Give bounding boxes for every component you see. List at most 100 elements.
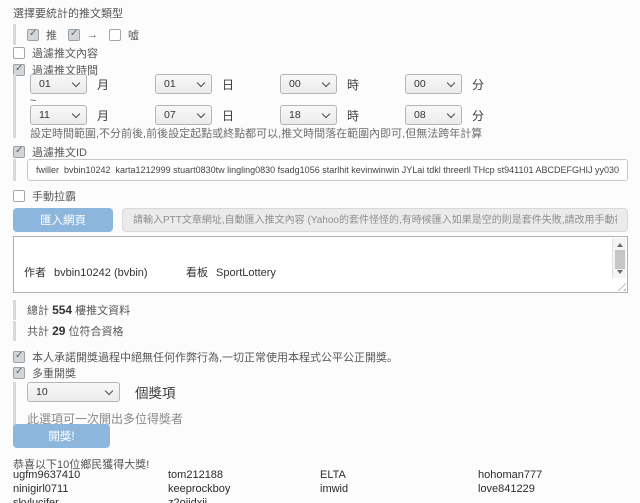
- winner-name: skylucifer: [13, 497, 168, 503]
- post-header-line: 作者bvbin10242 (bvbin) 看板SportLottery: [24, 267, 611, 280]
- boo-type-option: 噓: [109, 28, 139, 42]
- prize-count-value: 10: [36, 386, 48, 398]
- winner-name: ugfm9637410: [13, 469, 168, 481]
- winners-grid: ugfm9637410 tom212188 ELTA hohoman777 ni…: [13, 469, 628, 503]
- to-minute-select[interactable]: 08: [405, 105, 462, 125]
- from-hour-select[interactable]: 00: [280, 74, 337, 94]
- import-page-button[interactable]: 匯入網頁: [13, 208, 113, 232]
- time-from-row: 01 月 01 日 00 時 00: [30, 74, 530, 94]
- total-count: 554: [52, 303, 72, 317]
- to-month-select[interactable]: 11: [30, 105, 87, 125]
- id-list-input[interactable]: [27, 159, 628, 181]
- from-month-select[interactable]: 01: [30, 74, 87, 94]
- winner-name: ELTA: [320, 469, 478, 481]
- total-prefix: 總計: [27, 305, 49, 317]
- from-month-value: 01: [39, 78, 51, 90]
- pledge-checkbox[interactable]: [13, 351, 25, 363]
- to-minute-value: 08: [414, 109, 426, 121]
- arrow-type-option: →: [68, 28, 98, 42]
- lottery-tool-page: 選擇要統計的推文類型 推 → 噓 過濾推文內容 過濾推文時間 01: [0, 0, 640, 503]
- filter-id-row: 過濾推文ID: [13, 145, 87, 159]
- hour-unit-label: 時: [347, 107, 359, 124]
- winner-name: ninigirl0711: [13, 483, 168, 495]
- winner-name: hohoman777: [478, 469, 628, 481]
- resize-grip-icon[interactable]: [614, 279, 626, 291]
- ptt-url-input[interactable]: [122, 208, 628, 232]
- push-type-row: 推 → 噓: [13, 24, 139, 45]
- scroll-down-icon[interactable]: [613, 266, 627, 277]
- prize-count-row: 10 個獎項: [27, 382, 413, 402]
- import-row: 匯入網頁: [13, 208, 628, 232]
- post-content: 作者bvbin10242 (bvbin) 看板SportLottery 標題Re…: [14, 237, 611, 292]
- from-minute-select[interactable]: 00: [405, 74, 462, 94]
- day-unit-label: 日: [222, 107, 234, 124]
- arrow-checkbox[interactable]: [68, 29, 80, 41]
- from-hour-value: 00: [289, 78, 301, 90]
- qualified-count: 29: [52, 324, 65, 338]
- post-author: 作者bvbin10242 (bvbin): [24, 267, 186, 280]
- multi-draw-checkbox[interactable]: [13, 367, 25, 379]
- post-board: 看板SportLottery: [186, 267, 276, 280]
- total-suffix: 樓推文資料: [75, 305, 130, 317]
- month-unit-label: 月: [97, 76, 109, 93]
- scroll-up-icon[interactable]: [613, 239, 627, 250]
- prize-count-select[interactable]: 10: [27, 382, 120, 402]
- chevron-down-icon: [72, 109, 80, 117]
- winner-name: imwid: [320, 483, 478, 495]
- hour-unit-label: 時: [347, 76, 359, 93]
- textarea-scrollbar[interactable]: [612, 238, 626, 278]
- time-range-block: 01 月 01 日 00 時 00: [13, 74, 588, 138]
- chevron-down-icon: [447, 78, 455, 86]
- boo-checkbox[interactable]: [109, 29, 121, 41]
- manual-slot-label: 手動拉霸: [32, 188, 76, 204]
- boo-label: 噓: [128, 27, 139, 43]
- chevron-down-icon: [105, 386, 113, 394]
- chevron-down-icon: [197, 78, 205, 86]
- to-hour-group: 18 時: [280, 105, 405, 125]
- winner-name: tom212188: [168, 469, 320, 481]
- to-month-group: 11 月: [30, 105, 155, 125]
- to-day-select[interactable]: 07: [155, 105, 212, 125]
- chevron-down-icon: [72, 78, 80, 86]
- chevron-down-icon: [447, 109, 455, 117]
- manual-slot-row: 手動拉霸: [13, 189, 76, 203]
- to-hour-select[interactable]: 18: [280, 105, 337, 125]
- multi-draw-block: 10 個獎項 此選項可一次開出多位得獎者: [13, 382, 413, 427]
- push-checkbox[interactable]: [27, 29, 39, 41]
- from-day-group: 01 日: [155, 74, 280, 94]
- filter-content-row: 過濾推文內容: [13, 46, 98, 60]
- chevron-down-icon: [197, 109, 205, 117]
- from-day-value: 01: [164, 78, 176, 90]
- pledge-label: 本人承諾開獎過程中絕無任何作弊行為,一切正常使用本程式公平公正開獎。: [32, 349, 398, 365]
- to-day-group: 07 日: [155, 105, 280, 125]
- from-minute-value: 00: [414, 78, 426, 90]
- from-day-select[interactable]: 01: [155, 74, 212, 94]
- day-unit-label: 日: [222, 76, 234, 93]
- arrow-label: →: [87, 29, 98, 41]
- page-title: 選擇要統計的推文類型: [13, 5, 123, 21]
- push-type-option: 推: [27, 28, 57, 42]
- filter-id-checkbox[interactable]: [13, 146, 25, 158]
- to-minute-group: 08 分: [405, 105, 530, 125]
- filter-content-checkbox[interactable]: [13, 47, 25, 59]
- post-content-textarea[interactable]: 作者bvbin10242 (bvbin) 看板SportLottery 標題Re…: [13, 236, 628, 293]
- total-pushes-stat: 總計 554 樓推文資料: [13, 300, 130, 320]
- winner-name: z2oiidxii: [168, 497, 320, 503]
- time-range-note: 設定時間範圍,不分前後,前後設定起點或終點都可以,推文時間落在範圍內即可,但無法…: [30, 125, 482, 141]
- chevron-down-icon: [322, 109, 330, 117]
- multi-draw-label: 多重開獎: [32, 365, 76, 381]
- pledge-row: 本人承諾開獎過程中絕無任何作弊行為,一切正常使用本程式公平公正開獎。: [13, 350, 398, 364]
- from-minute-group: 00 分: [405, 74, 530, 94]
- manual-slot-checkbox[interactable]: [13, 190, 25, 202]
- qualified-suffix: 位符合資格: [68, 326, 123, 338]
- from-month-group: 01 月: [30, 74, 155, 94]
- chevron-down-icon: [322, 78, 330, 86]
- minute-unit-label: 分: [472, 76, 484, 93]
- draw-button[interactable]: 開獎!: [13, 424, 110, 448]
- to-hour-value: 18: [289, 109, 301, 121]
- id-filter-block: [13, 159, 628, 181]
- to-day-value: 07: [164, 109, 176, 121]
- time-to-row: 11 月 07 日 18 時 08: [30, 105, 530, 125]
- qualified-prefix: 共計: [27, 326, 49, 338]
- winner-name: keeprockboy: [168, 483, 320, 495]
